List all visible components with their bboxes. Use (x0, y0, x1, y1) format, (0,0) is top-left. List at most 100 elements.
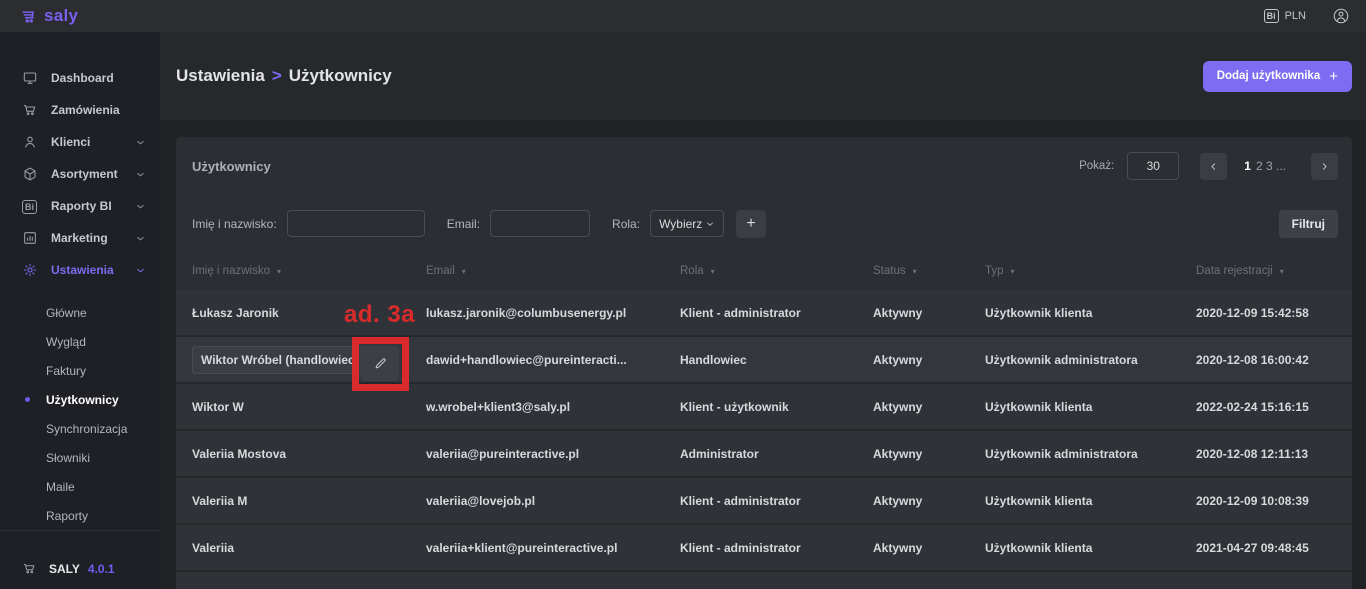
page-size-input[interactable] (1127, 152, 1179, 180)
cell-status: Aktywny (873, 541, 985, 555)
cell-role: Klient - użytkownik (680, 400, 873, 414)
role-filter-label: Rola: (612, 217, 640, 231)
sidebar-item-dashboard[interactable]: Dashboard (0, 62, 160, 94)
table-body: Łukasz Jaronik lukasz.jaronik@columbusen… (176, 290, 1352, 572)
add-filter-button[interactable]: + (736, 210, 766, 238)
column-header[interactable]: Imię i nazwisko ▾ (192, 265, 426, 277)
cell-type: Użytkownik klienta (985, 306, 1196, 320)
submenu-item-synchronizacja[interactable]: Synchronizacja (0, 414, 160, 443)
cell-registered: 2020-12-08 12:11:13 (1196, 447, 1352, 461)
sidebar-item-label: Asortyment (51, 167, 118, 181)
cell-email: valeriia@lovejob.pl (426, 494, 680, 508)
cell-name: Valeriia M (192, 494, 426, 508)
sidebar-item-ustawienia[interactable]: Ustawienia (0, 254, 160, 286)
submenu-item-label: Maile (46, 480, 75, 494)
sidebar-item-label: Raporty BI (51, 199, 112, 213)
add-user-button[interactable]: Dodaj użytkownika + (1203, 61, 1352, 92)
submenu-item-raporty[interactable]: Raporty (0, 501, 160, 530)
add-user-label: Dodaj użytkownika (1217, 70, 1321, 82)
column-header-label: Status (873, 265, 906, 277)
table-row[interactable]: Valeriia valeriia+klient@pureinteractive… (176, 525, 1352, 572)
submenu-item-słowniki[interactable]: Słowniki (0, 443, 160, 472)
column-header[interactable]: Status ▾ (873, 265, 985, 277)
submenu-item-wygląd[interactable]: Wygląd (0, 327, 160, 356)
current-page[interactable]: 1 (1244, 159, 1251, 173)
topbar: saly Bi PLN (0, 0, 1366, 32)
submenu-item-maile[interactable]: Maile (0, 472, 160, 501)
column-header[interactable]: Email ▾ (426, 265, 680, 277)
table-header: Imię i nazwisko ▾ Email ▾ Rola ▾ Status … (176, 252, 1352, 290)
submenu-item-label: Wygląd (46, 335, 86, 349)
page-numbers[interactable]: 1 2 3 ... (1240, 159, 1290, 173)
cell-registered: 2020-12-09 10:08:39 (1196, 494, 1352, 508)
cell-name: Wiktor W (192, 400, 426, 414)
saly-logo-icon (20, 7, 39, 26)
sidebar-item-klienci[interactable]: Klienci (0, 126, 160, 158)
cell-email: valeriia@pureinteractive.pl (426, 447, 680, 461)
column-header-label: Rola (680, 265, 704, 277)
cell-name: Valeriia Mostova (192, 447, 426, 461)
panel-title: Użytkownicy (192, 159, 271, 174)
cell-status: Aktywny (873, 494, 985, 508)
account-icon[interactable] (1332, 7, 1350, 25)
cell-registered: 2020-12-09 15:42:58 (1196, 306, 1352, 320)
cell-status: Aktywny (873, 353, 985, 367)
submenu-item-label: Synchronizacja (46, 422, 127, 436)
sidebar-item-raporty-bi[interactable]: Bi Raporty BI (0, 190, 160, 222)
sidebar-item-zamówienia[interactable]: Zamówienia (0, 94, 160, 126)
column-header[interactable]: Data rejestracji ▾ (1196, 265, 1352, 277)
saly-logo[interactable]: saly (20, 6, 78, 26)
chevron-down-icon (135, 233, 146, 244)
cell-email: lukasz.jaronik@columbusenergy.pl (426, 306, 680, 320)
column-header[interactable]: Rola ▾ (680, 265, 873, 277)
users-panel: Użytkownicy Pokaż: 1 2 3 ... Imię i nazwi… (176, 137, 1352, 589)
show-label: Pokaż: (1079, 160, 1114, 172)
breadcrumb-section[interactable]: Ustawienia (176, 66, 265, 86)
submenu-item-użytkownicy[interactable]: Użytkownicy (0, 385, 160, 414)
breadcrumb: Ustawienia > Użytkownicy (176, 66, 392, 86)
column-header[interactable]: Typ ▾ (985, 265, 1196, 277)
role-filter-select[interactable]: Wybierz (650, 210, 724, 237)
logo-text: saly (44, 6, 78, 26)
next-page-button[interactable] (1311, 153, 1338, 180)
submenu-item-label: Faktury (46, 364, 86, 378)
sort-arrow-icon: ▾ (462, 267, 466, 276)
prev-page-button[interactable] (1200, 153, 1227, 180)
cell-type: Użytkownik administratora (985, 447, 1196, 461)
currency-selector[interactable]: Bi PLN (1264, 9, 1306, 23)
submenu-item-główne[interactable]: Główne (0, 298, 160, 327)
chevron-down-icon (135, 137, 146, 148)
table-row[interactable]: Valeriia Mostova valeriia@pureinteractiv… (176, 431, 1352, 478)
table-row[interactable]: Wiktor W w.wrobel+klient3@saly.pl Klient… (176, 384, 1352, 431)
submenu-item-label: Raporty (46, 509, 88, 523)
table-row[interactable]: Wiktor Wróbel (handlowiec) dawid+handlow… (176, 337, 1352, 384)
table-row[interactable]: Valeriia M valeriia@lovejob.pl Klient - … (176, 478, 1352, 525)
sidebar-divider (0, 530, 160, 531)
bi-icon: Bi (22, 199, 38, 214)
monitor-icon (22, 70, 38, 86)
submenu-item-label: Użytkownicy (46, 393, 119, 407)
sidebar-item-label: Ustawienia (51, 263, 114, 277)
cart-icon (22, 561, 37, 576)
sidebar-item-marketing[interactable]: Marketing (0, 222, 160, 254)
filter-submit-button[interactable]: Filtruj (1279, 210, 1338, 238)
other-pages[interactable]: 2 3 ... (1256, 159, 1286, 173)
person-icon (22, 134, 38, 150)
main-content: Ustawienia > Użytkownicy Dodaj użytkowni… (160, 32, 1366, 589)
email-filter-input[interactable] (490, 210, 590, 237)
chevron-down-icon (135, 265, 146, 276)
cell-status: Aktywny (873, 306, 985, 320)
edit-user-button[interactable] (361, 346, 399, 381)
sidebar-item-label: Marketing (51, 231, 108, 245)
submenu-item-faktury[interactable]: Faktury (0, 356, 160, 385)
chevron-down-icon (705, 219, 715, 229)
cube-icon (22, 166, 38, 182)
sidebar-item-asortyment[interactable]: Asortyment (0, 158, 160, 190)
topbar-right: Bi PLN (1264, 7, 1350, 25)
page-header: Ustawienia > Użytkownicy Dodaj użytkowni… (160, 32, 1366, 120)
cart-icon (22, 102, 38, 118)
pagination: Pokaż: 1 2 3 ... (1079, 152, 1338, 180)
bi-icon: Bi (1264, 9, 1279, 23)
name-filter-input[interactable] (287, 210, 425, 237)
cell-type: Użytkownik klienta (985, 400, 1196, 414)
